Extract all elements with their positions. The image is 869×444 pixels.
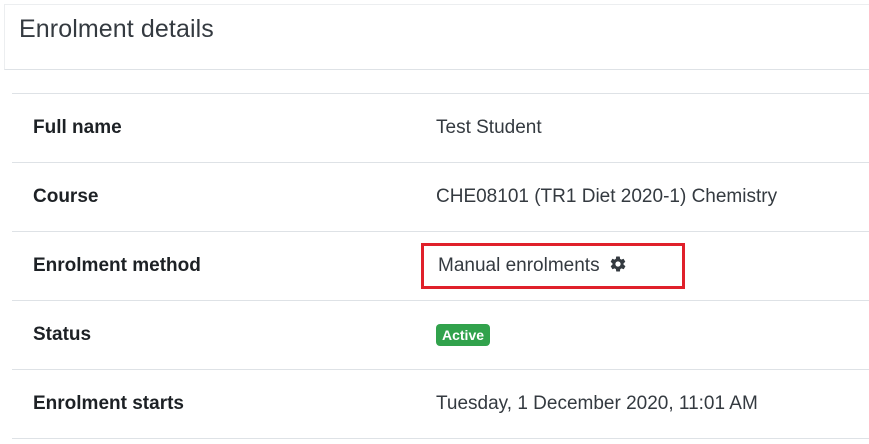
enrolment-starts-label: Enrolment starts bbox=[33, 393, 184, 414]
enrolment-starts-value: Tuesday, 1 December 2020, 11:01 AM bbox=[436, 393, 758, 414]
course-value: CHE08101 (TR1 Diet 2020-1) Chemistry bbox=[436, 186, 778, 207]
full-name-value: Test Student bbox=[436, 117, 542, 138]
table-row-enrolment-method: Enrolment method Manual enrolments bbox=[12, 231, 869, 301]
enrolment-method-label: Enrolment method bbox=[33, 255, 201, 276]
table-row-course: Course CHE08101 (TR1 Diet 2020-1) Chemis… bbox=[12, 162, 869, 232]
status-label: Status bbox=[33, 324, 92, 345]
enrolment-details-table: Full name Test Student Course CHE08101 (… bbox=[12, 93, 869, 439]
table-row-enrolment-starts: Enrolment starts Tuesday, 1 December 202… bbox=[12, 369, 869, 439]
enrolment-method-highlight: Manual enrolments bbox=[421, 243, 685, 289]
full-name-label: Full name bbox=[33, 117, 122, 138]
gear-icon[interactable] bbox=[609, 255, 627, 273]
dialog-title: Enrolment details bbox=[19, 15, 214, 43]
enrolment-method-cell: Manual enrolments bbox=[421, 232, 869, 301]
status-badge: Active bbox=[436, 324, 491, 346]
course-label: Course bbox=[33, 186, 99, 207]
table-row-status: Status Active bbox=[12, 300, 869, 370]
status-cell: Active bbox=[421, 301, 869, 370]
table-row-full-name: Full name Test Student bbox=[12, 93, 869, 163]
enrolment-method-value: Manual enrolments bbox=[438, 255, 600, 276]
dialog-header: Enrolment details bbox=[4, 4, 869, 70]
